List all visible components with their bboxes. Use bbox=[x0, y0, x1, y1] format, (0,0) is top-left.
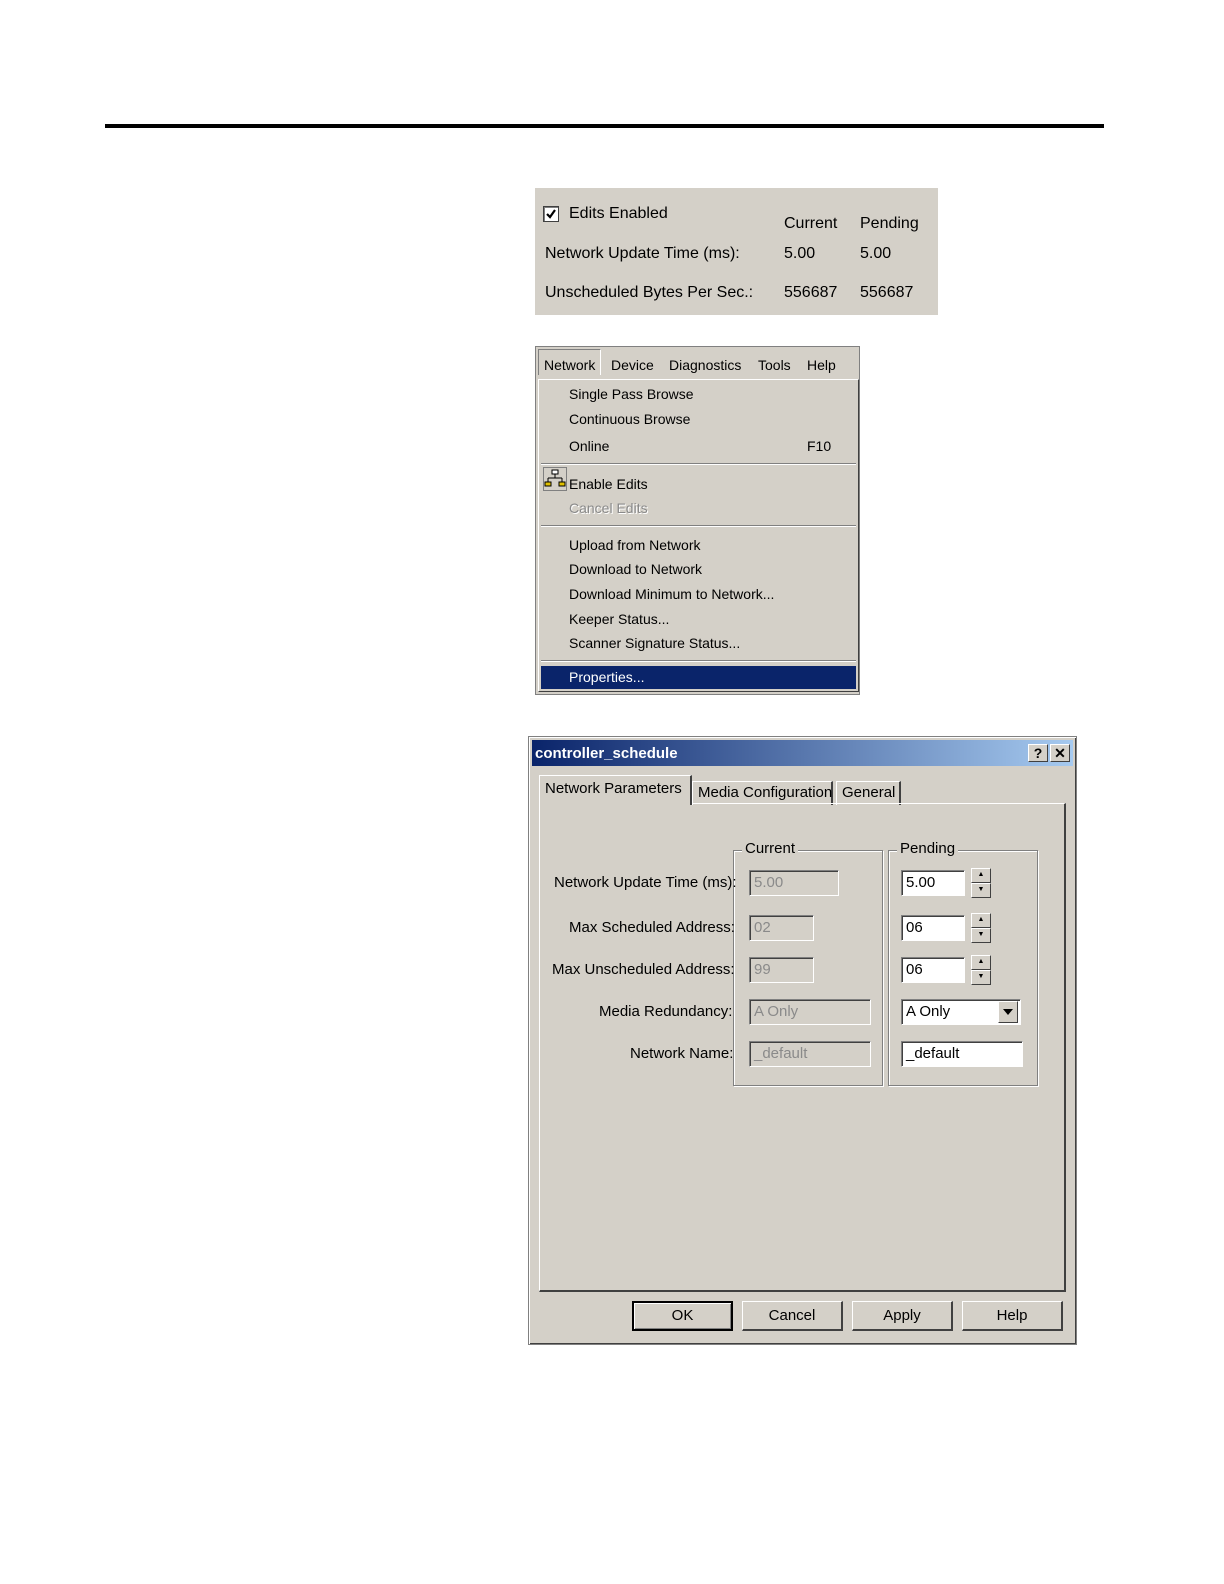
menu-item-properties[interactable]: Properties... bbox=[541, 666, 856, 689]
tab-page-network-parameters: Current Pending Network Update Time (ms)… bbox=[539, 803, 1066, 1292]
menu-item-enable-edits[interactable]: Enable Edits bbox=[569, 476, 648, 492]
apply-button[interactable]: Apply bbox=[852, 1301, 953, 1331]
max-scheduled-address-spinner[interactable]: ▲ ▼ bbox=[971, 913, 991, 943]
current-header: Current bbox=[784, 215, 838, 232]
tab-strip: Network Parameters Media Configuration G… bbox=[539, 775, 1059, 805]
network-menu-panel: Network Device Diagnostics Tools Help Si… bbox=[535, 346, 860, 695]
menu-tools[interactable]: Tools bbox=[758, 357, 791, 373]
tab-general[interactable]: General bbox=[836, 781, 901, 805]
network-update-time-current-field: 5.00 bbox=[749, 870, 839, 896]
spin-up-icon[interactable]: ▲ bbox=[971, 913, 991, 928]
menu-help[interactable]: Help bbox=[807, 357, 836, 373]
network-update-time-current: 5.00 bbox=[784, 245, 816, 262]
pending-group-label: Pending bbox=[897, 840, 959, 857]
checkmark-icon bbox=[546, 209, 556, 219]
menu-item-online[interactable]: Online bbox=[569, 438, 609, 454]
network-update-time-pending: 5.00 bbox=[860, 245, 892, 262]
max-unscheduled-address-pending-input[interactable]: 06 bbox=[901, 957, 965, 983]
max-scheduled-address-current-field: 02 bbox=[749, 915, 814, 941]
spin-up-icon[interactable]: ▲ bbox=[971, 868, 991, 883]
network-update-time-pending-input[interactable]: 5.00 bbox=[901, 870, 965, 896]
network-status-panel: Edits Enabled Current Pending Network Up… bbox=[535, 188, 938, 315]
chevron-down-icon[interactable] bbox=[998, 1001, 1018, 1023]
menu-item-keeper-status[interactable]: Keeper Status... bbox=[569, 611, 669, 627]
menu-item-download-to-network[interactable]: Download to Network bbox=[569, 561, 702, 577]
media-redundancy-label: Media Redundancy: bbox=[599, 1003, 733, 1020]
dialog-title-bar: controller_schedule ? ✕ bbox=[532, 740, 1073, 766]
menu-network[interactable]: Network bbox=[538, 349, 602, 375]
spin-down-icon[interactable]: ▼ bbox=[971, 883, 991, 898]
menu-item-upload-from-network[interactable]: Upload from Network bbox=[569, 537, 701, 553]
menu-diagnostics[interactable]: Diagnostics bbox=[669, 357, 741, 373]
menu-item-scanner-signature-status[interactable]: Scanner Signature Status... bbox=[569, 635, 740, 651]
max-unscheduled-address-label: Max Unscheduled Address: bbox=[552, 961, 735, 978]
network-update-time-spinner[interactable]: ▲ ▼ bbox=[971, 868, 991, 898]
help-title-button[interactable]: ? bbox=[1028, 744, 1048, 762]
page-header-rule bbox=[105, 124, 1104, 128]
menu-device[interactable]: Device bbox=[611, 357, 654, 373]
menu-item-continuous-browse[interactable]: Continuous Browse bbox=[569, 411, 690, 427]
menu-bar: Network Device Diagnostics Tools Help bbox=[536, 347, 859, 379]
max-unscheduled-address-spinner[interactable]: ▲ ▼ bbox=[971, 955, 991, 985]
unscheduled-bytes-pending: 556687 bbox=[860, 284, 914, 301]
edits-enabled-checkbox[interactable] bbox=[543, 206, 559, 222]
cancel-button[interactable]: Cancel bbox=[742, 1301, 843, 1331]
network-online-icon bbox=[543, 467, 567, 491]
help-button[interactable]: Help bbox=[962, 1301, 1063, 1331]
close-title-button[interactable]: ✕ bbox=[1050, 744, 1070, 762]
menu-item-properties-label: Properties... bbox=[569, 669, 645, 685]
max-scheduled-address-pending-input[interactable]: 06 bbox=[901, 915, 965, 941]
tab-network-parameters[interactable]: Network Parameters bbox=[539, 775, 692, 805]
menu-separator bbox=[541, 463, 856, 465]
network-name-pending-input[interactable]: _default bbox=[901, 1041, 1023, 1067]
dialog-title: controller_schedule bbox=[535, 745, 678, 762]
spin-down-icon[interactable]: ▼ bbox=[971, 928, 991, 943]
network-update-time-label: Network Update Time (ms): bbox=[545, 245, 740, 262]
current-group-label: Current bbox=[742, 840, 799, 857]
pending-header: Pending bbox=[860, 215, 919, 232]
media-redundancy-current-field: A Only bbox=[749, 999, 871, 1025]
media-redundancy-selected-value: A Only bbox=[906, 1003, 951, 1020]
unscheduled-bytes-current: 556687 bbox=[784, 284, 838, 301]
network-name-current-field: _default bbox=[749, 1041, 871, 1067]
network-name-label: Network Name: bbox=[630, 1045, 734, 1062]
unscheduled-bytes-label: Unscheduled Bytes Per Sec.: bbox=[545, 284, 754, 301]
menu-item-cancel-edits: Cancel Edits bbox=[569, 500, 648, 516]
network-update-time-label: Network Update Time (ms): bbox=[554, 874, 737, 891]
spin-up-icon[interactable]: ▲ bbox=[971, 955, 991, 970]
spin-down-icon[interactable]: ▼ bbox=[971, 970, 991, 985]
network-dropdown: Single Pass Browse Continuous Browse Onl… bbox=[538, 379, 859, 692]
online-shortcut: F10 bbox=[807, 438, 832, 454]
menu-separator bbox=[541, 525, 856, 527]
menu-separator bbox=[541, 660, 856, 662]
edits-enabled-label: Edits Enabled bbox=[569, 205, 668, 222]
max-scheduled-address-label: Max Scheduled Address: bbox=[569, 919, 735, 936]
max-unscheduled-address-current-field: 99 bbox=[749, 957, 814, 983]
controller-schedule-dialog: controller_schedule ? ✕ Network Paramete… bbox=[528, 736, 1077, 1345]
menu-item-download-minimum[interactable]: Download Minimum to Network... bbox=[569, 586, 774, 602]
menu-item-single-pass-browse[interactable]: Single Pass Browse bbox=[569, 386, 694, 402]
tab-media-configuration[interactable]: Media Configuration bbox=[692, 781, 833, 805]
ok-button[interactable]: OK bbox=[632, 1301, 733, 1331]
